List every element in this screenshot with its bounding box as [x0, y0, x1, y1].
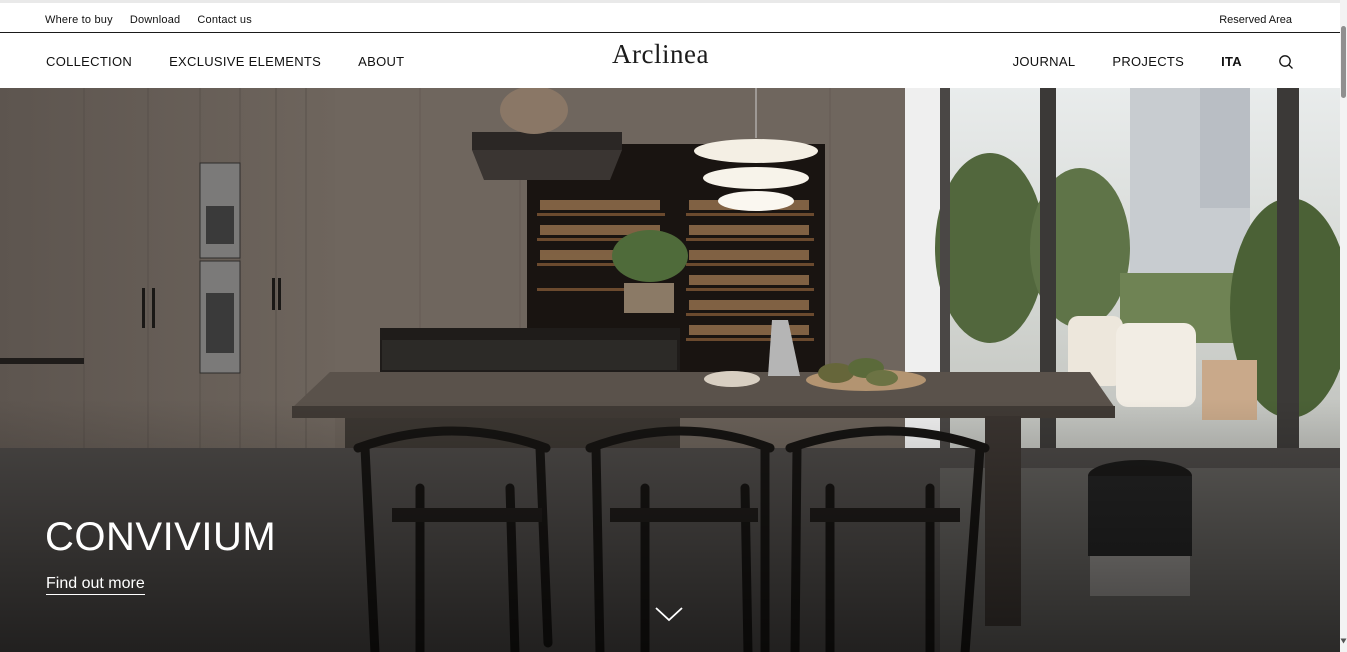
- utility-bar: Where to buy Download Contact us Reserve…: [0, 6, 1340, 33]
- where-to-buy-link[interactable]: Where to buy: [45, 14, 113, 26]
- nav-item-exclusive-elements[interactable]: EXCLUSIVE ELEMENTS: [169, 54, 321, 69]
- scroll-down-arrow-icon[interactable]: [1340, 638, 1347, 644]
- hero-banner: CONVIVIUM Find out more: [0, 88, 1340, 652]
- utility-links: Where to buy Download Contact us: [45, 14, 252, 26]
- download-link[interactable]: Download: [130, 14, 181, 26]
- nav-right-group: JOURNAL PROJECTS ITA: [1013, 54, 1242, 69]
- find-out-more-link[interactable]: Find out more: [46, 575, 145, 595]
- reserved-area-link[interactable]: Reserved Area: [1219, 14, 1292, 26]
- nav-item-about[interactable]: ABOUT: [358, 54, 404, 69]
- main-nav: COLLECTION EXCLUSIVE ELEMENTS ABOUT Arcl…: [0, 34, 1340, 88]
- language-switch[interactable]: ITA: [1221, 54, 1242, 69]
- nav-left-group: COLLECTION EXCLUSIVE ELEMENTS ABOUT: [46, 54, 404, 69]
- contact-us-link[interactable]: Contact us: [197, 14, 252, 26]
- scrollbar-thumb[interactable]: [1341, 26, 1346, 98]
- browser-viewport: Where to buy Download Contact us Reserve…: [0, 0, 1340, 652]
- site-logo[interactable]: Arclinea: [612, 39, 709, 70]
- nav-item-journal[interactable]: JOURNAL: [1013, 54, 1076, 69]
- page-scrollbar[interactable]: [1340, 0, 1347, 652]
- hero-title: CONVIVIUM: [45, 515, 277, 559]
- hero-image: [0, 88, 1340, 652]
- nav-item-projects[interactable]: PROJECTS: [1112, 54, 1184, 69]
- chevron-down-icon[interactable]: [654, 605, 684, 623]
- nav-item-collection[interactable]: COLLECTION: [46, 54, 132, 69]
- search-icon[interactable]: [1278, 54, 1294, 70]
